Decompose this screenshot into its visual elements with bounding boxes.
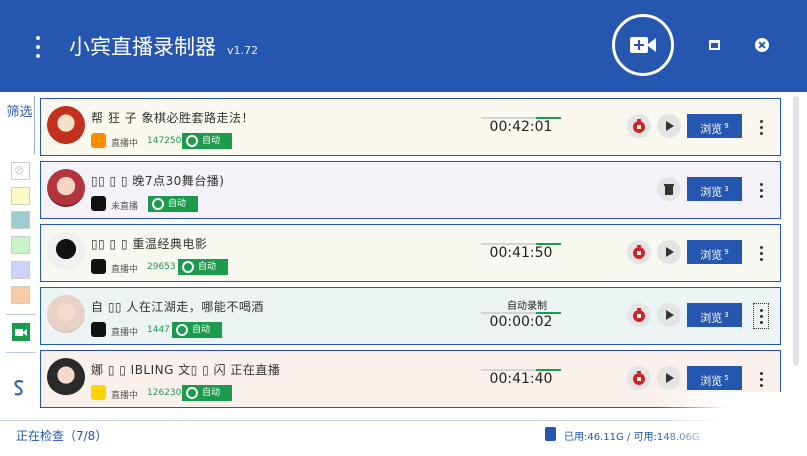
color-filter-green[interactable] [11, 236, 30, 254]
delete-button[interactable] [657, 177, 681, 201]
video-camera-icon [15, 328, 27, 336]
color-filter-orange[interactable] [11, 286, 30, 304]
auto-record-button[interactable]: 自动 [182, 385, 232, 401]
play-icon [666, 310, 674, 320]
play-button[interactable] [657, 240, 681, 264]
avatar [47, 295, 85, 333]
more-options-button[interactable] [753, 366, 769, 392]
douyin-icon [91, 322, 106, 337]
title-bar: 小宾直播录制器 v1.72 [0, 0, 807, 92]
stopwatch-icon [633, 245, 645, 259]
record-mode-label: 自动录制 [507, 301, 547, 312]
stopwatch-icon [633, 371, 645, 385]
play-icon [666, 373, 674, 383]
room-title: ▯▯ ▯ ▯ 晚7点30舞台播) [91, 174, 225, 188]
browse-button[interactable]: 浏览 9 [687, 114, 742, 138]
more-options-button[interactable] [753, 177, 769, 203]
viewer-count: 1447 [147, 325, 170, 335]
room-title: 自 ▯▯ 人在江湖走，哪能不喝酒 [91, 300, 264, 314]
room-list: 帮 狂 子 象棋必胜套路走法！ 直播中 147250 自动 00:42:01 浏… [40, 96, 782, 416]
color-filter-none[interactable] [11, 162, 30, 180]
app-title: 小宾直播录制器 [69, 35, 216, 59]
live-status: 直播中 [111, 391, 139, 401]
play-button[interactable] [657, 303, 681, 327]
sidebar-divider [6, 314, 36, 315]
check-status: 正在检查（7/8） [16, 429, 108, 443]
video-camera-plus-icon [630, 37, 656, 53]
auto-icon [152, 198, 164, 210]
play-icon [666, 121, 674, 131]
browse-button[interactable]: 浏览 9 [687, 240, 742, 264]
browse-button[interactable]: 浏览 5 [687, 366, 742, 390]
record-time: 00:00:02 [489, 314, 553, 330]
auto-icon [182, 261, 194, 273]
stop-record-button[interactable] [627, 114, 651, 138]
viewer-count: 126230 [147, 388, 182, 398]
sidebar-divider [6, 352, 36, 353]
live-status: 直播中 [111, 265, 139, 275]
room-title: 帮 狂 子 象棋必胜套路走法！ [91, 111, 254, 125]
color-filter-teal[interactable] [11, 211, 30, 229]
play-icon [666, 247, 674, 257]
color-filter-purple[interactable] [11, 261, 30, 279]
auto-icon [176, 324, 188, 336]
avatar [47, 106, 85, 144]
app-version: v1.72 [227, 44, 259, 57]
auto-record-button[interactable]: 自动 [148, 196, 198, 212]
scrollbar[interactable] [793, 96, 799, 366]
s-sort-glyph-icon [14, 380, 24, 396]
trash-icon [664, 184, 674, 195]
record-time: 00:41:50 [489, 245, 553, 261]
auto-record-button[interactable]: 自动 [178, 259, 228, 275]
corner-fade [658, 392, 807, 456]
auto-record-button[interactable]: 自动 [172, 322, 222, 338]
close-button[interactable] [755, 38, 769, 52]
douyin-icon [91, 196, 106, 211]
disk-icon [545, 427, 556, 441]
stop-record-button[interactable] [627, 240, 651, 264]
avatar [47, 169, 85, 207]
sidebar: 筛选 [5, 96, 36, 420]
more-options-button[interactable] [753, 303, 769, 329]
record-time: 00:42:01 [489, 119, 553, 135]
auto-icon [186, 135, 198, 147]
stop-record-button[interactable] [627, 303, 651, 327]
filter-button[interactable]: 筛选 [5, 96, 35, 154]
room-row[interactable]: 帮 狂 子 象棋必胜套路走法！ 直播中 147250 自动 00:42:01 浏… [40, 98, 781, 156]
live-status: 直播中 [111, 328, 139, 338]
douyin-icon [91, 259, 106, 274]
browse-button[interactable]: 浏览 3 [687, 303, 742, 327]
auto-icon [186, 387, 198, 399]
sort-icon[interactable] [12, 379, 30, 397]
app-menu-icon[interactable] [30, 36, 46, 58]
record-time: 00:41:40 [489, 371, 553, 387]
sidebar-record-button[interactable] [12, 323, 30, 341]
room-row[interactable]: 自 ▯▯ 人在江湖走，哪能不喝酒 直播中 1447 自动 自动录制 00:00:… [40, 287, 781, 345]
avatar [47, 232, 85, 270]
viewer-count: 29653 [147, 262, 176, 272]
more-options-button[interactable] [753, 114, 769, 140]
live-status: 直播中 [111, 139, 139, 149]
yy-icon [91, 385, 106, 400]
browse-button[interactable]: 浏览 3 [687, 177, 742, 201]
avatar [47, 358, 85, 396]
live-status: 未直播 [111, 202, 139, 212]
stop-record-button[interactable] [627, 366, 651, 390]
room-row[interactable]: ▯▯ ▯ ▯ 重温经典电影 直播中 29653 自动 00:41:50 浏览 9 [40, 224, 781, 282]
room-title: ▯▯ ▯ ▯ 重温经典电影 [91, 237, 208, 251]
color-filter-yellow[interactable] [11, 187, 30, 205]
huya-icon [91, 133, 106, 148]
stopwatch-icon [633, 119, 645, 133]
stopwatch-icon [633, 308, 645, 322]
maximize-button[interactable] [709, 40, 720, 50]
play-button[interactable] [657, 114, 681, 138]
room-title: 娜 ▯ ▯ IBLING 文▯ ▯ 闪 正在直播 [91, 363, 281, 377]
viewer-count: 147250 [147, 136, 182, 146]
room-row[interactable]: ▯▯ ▯ ▯ 晚7点30舞台播) 未直播 自动 浏览 3 [40, 161, 781, 219]
more-options-button[interactable] [753, 240, 769, 266]
play-button[interactable] [657, 366, 681, 390]
add-recording-button[interactable] [612, 14, 674, 76]
auto-record-button[interactable]: 自动 [182, 133, 232, 149]
